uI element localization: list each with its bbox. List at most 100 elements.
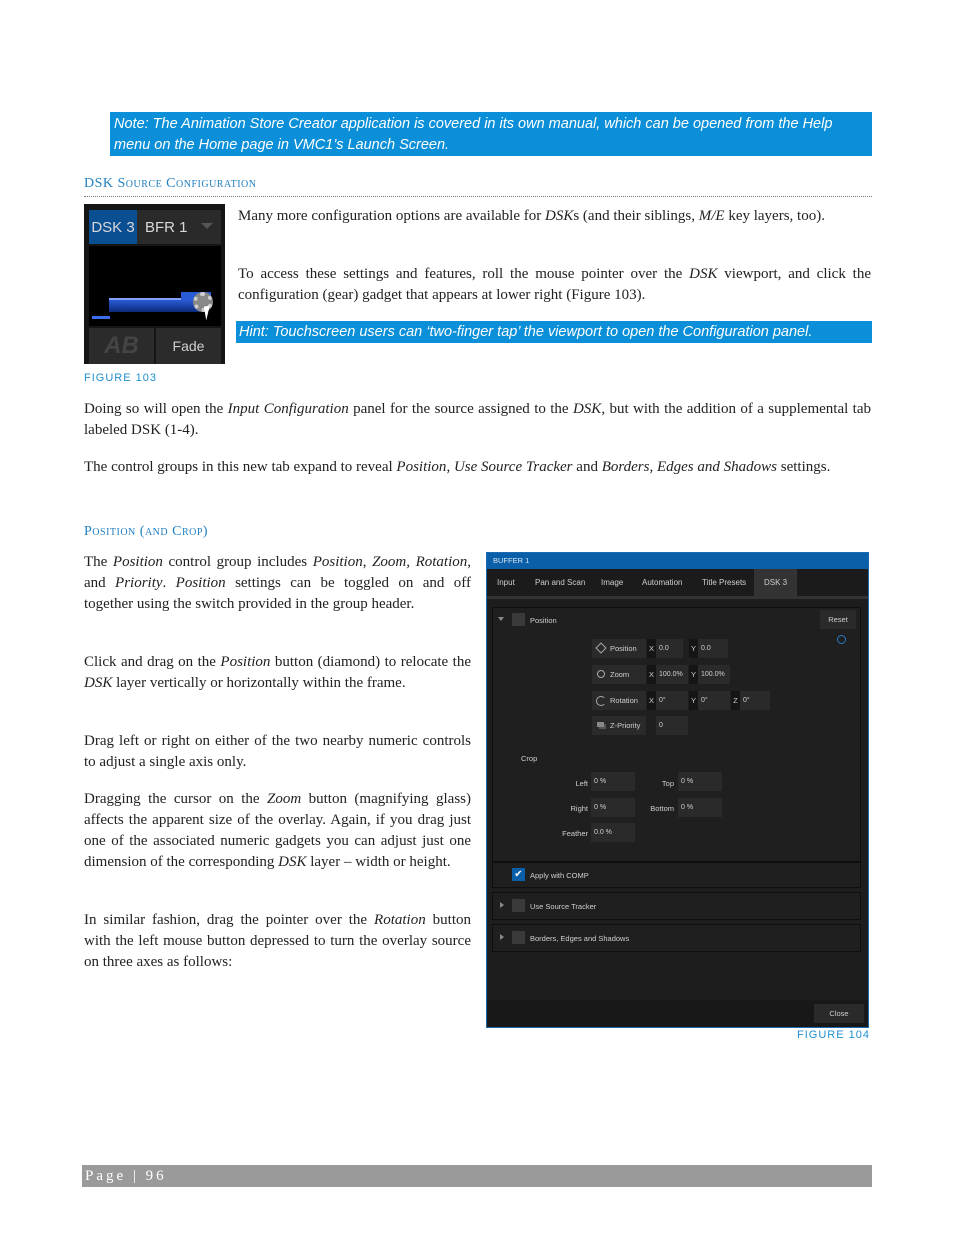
layers-icon	[597, 722, 604, 727]
apply-comp-label: Apply with COMP	[530, 871, 589, 880]
crop-right-input[interactable]: 0 %	[591, 798, 635, 817]
zoom-button-label: Zoom	[610, 670, 630, 679]
page-footer: Page | 96	[82, 1165, 872, 1187]
axis-x-label: X	[647, 691, 656, 710]
apply-comp-checkbox[interactable]: ✔	[512, 868, 525, 881]
crop-top-label: Top	[661, 779, 674, 788]
fade-button[interactable]: Fade	[156, 328, 221, 364]
tab-input[interactable]: Input	[497, 569, 515, 596]
figure-103-caption: FIGURE 103	[84, 372, 157, 384]
paragraph-config-options: Many more configuration options are avai…	[238, 206, 871, 227]
tab-image[interactable]: Image	[601, 569, 623, 596]
paragraph-rotation: In similar fashion, drag the pointer ove…	[84, 910, 471, 973]
dropdown-arrow-icon	[201, 223, 213, 229]
text-italic: Position	[175, 575, 226, 591]
axis-y-label: Y	[689, 691, 698, 710]
z-priority-button[interactable]: Z-Priority	[592, 716, 646, 735]
lower-third-bar	[92, 316, 110, 319]
section-heading: DSK Source Configuration	[84, 176, 257, 191]
paragraph-access-settings: To access these settings and features, r…	[238, 264, 871, 306]
z-priority-input[interactable]: 0	[656, 716, 688, 735]
source-tracker-group: Use Source Tracker	[492, 892, 861, 920]
collapse-arrow-icon[interactable]	[498, 617, 504, 621]
tab-bar: Input Pan and Scan Image Automation Titl…	[487, 569, 868, 599]
rotation-z-input[interactable]: 0°	[740, 691, 770, 710]
text: Many more configuration options are avai…	[238, 208, 545, 224]
dialog-footer: Close	[487, 1000, 868, 1027]
text-italic: DSK	[572, 401, 602, 417]
position-enable-checkbox[interactable]	[512, 613, 525, 626]
text-italic: Position	[112, 554, 163, 570]
text-italic: Rotation	[415, 554, 468, 570]
text-italic: DSK	[278, 854, 307, 870]
tab-automation[interactable]: Automation	[642, 569, 682, 596]
text-italic: Rotation	[374, 912, 426, 928]
text-italic: DSK	[84, 675, 113, 691]
fade-label: Fade	[172, 338, 205, 354]
text: To access these settings and features, r…	[238, 266, 690, 282]
crop-section: Crop Left 0 % Top 0 % Right 0 % Bottom 0…	[492, 741, 861, 862]
text: .	[162, 575, 176, 591]
crop-bottom-label: Bottom	[650, 804, 674, 813]
heading-divider	[84, 196, 872, 197]
tab-dsk[interactable]: DSK 3	[754, 569, 798, 596]
buffer-tab[interactable]: BFR 1	[137, 210, 221, 244]
text-italic: Zoom,	[372, 554, 410, 570]
zoom-button[interactable]: Zoom	[592, 665, 646, 684]
text: The control groups in this new tab expan…	[84, 459, 397, 475]
paragraph-zoom: Dragging the cursor on the Zoom button (…	[84, 789, 471, 873]
close-button[interactable]: Close	[814, 1004, 864, 1023]
crop-right-label: Right	[570, 804, 588, 813]
source-tracker-checkbox[interactable]	[512, 899, 525, 912]
borders-label: Borders, Edges and Shadows	[530, 934, 630, 943]
position-button[interactable]: Position	[592, 639, 646, 658]
apply-comp-row: ✔ Apply with COMP	[492, 862, 861, 888]
text: Click and drag on the	[84, 654, 221, 670]
rotation-x-input[interactable]: 0°	[656, 691, 688, 710]
buffer-label: BFR 1	[145, 218, 188, 236]
magnifier-icon	[597, 670, 605, 678]
position-y-input[interactable]: 0.0	[698, 639, 728, 658]
position-x-input[interactable]: 0.0	[656, 639, 683, 658]
crop-left-input[interactable]: 0 %	[591, 772, 635, 791]
text: layer vertically or horizontally within …	[112, 675, 406, 691]
text: layer – width or height.	[306, 854, 451, 870]
expand-arrow-icon[interactable]	[500, 934, 504, 940]
subheading-position-crop: Position (and Crop)	[84, 524, 209, 539]
tab-title-presets[interactable]: Title Presets	[702, 569, 746, 596]
crop-top-input[interactable]: 0 %	[678, 772, 722, 791]
rotation-button[interactable]: Rotation	[592, 691, 646, 710]
crop-bottom-input[interactable]: 0 %	[678, 798, 722, 817]
rotation-y-input[interactable]: 0°	[698, 691, 730, 710]
axis-y-label: Y	[689, 639, 698, 658]
text: In similar fashion, drag the pointer ove…	[84, 912, 375, 928]
text-italic: DSK	[544, 208, 574, 224]
text: ,	[446, 459, 454, 475]
text-italic: Position	[396, 459, 447, 475]
ab-button[interactable]: AB	[89, 328, 154, 364]
paragraph-control-groups: The control groups in this new tab expan…	[84, 457, 871, 478]
dialog-title: BUFFER 1	[487, 553, 868, 569]
info-icon[interactable]	[837, 635, 846, 644]
zoom-x-input[interactable]: 100.0%	[656, 665, 688, 684]
crop-feather-input[interactable]: 0.0 %	[591, 823, 635, 842]
axis-x-label: X	[647, 665, 656, 684]
text: settings.	[776, 459, 831, 475]
tab-pan-and-scan[interactable]: Pan and Scan	[535, 569, 585, 596]
position-group-body: Position X 0.0 Y 0.0 Zoom X 100.0% Y 100…	[492, 631, 861, 742]
dsk-tab[interactable]: DSK 3	[89, 210, 137, 244]
text: The	[84, 554, 113, 570]
text-italic: Priority	[115, 575, 163, 591]
paragraph-click-drag-position: Click and drag on the Position button (d…	[84, 652, 471, 694]
text: button (diamond) to relocate the	[270, 654, 471, 670]
figure-104-dialog: BUFFER 1 Input Pan and Scan Image Automa…	[486, 552, 869, 1028]
zoom-y-input[interactable]: 100.0%	[698, 665, 730, 684]
text-italic: M/E	[698, 208, 725, 224]
text: Dragging the cursor on the	[84, 791, 267, 807]
position-group-label: Position	[530, 616, 557, 625]
expand-arrow-icon[interactable]	[500, 902, 504, 908]
borders-checkbox[interactable]	[512, 931, 525, 944]
text: control group includes	[162, 554, 313, 570]
reset-button[interactable]: Reset	[820, 610, 856, 629]
dsk-viewport[interactable]	[89, 246, 221, 326]
